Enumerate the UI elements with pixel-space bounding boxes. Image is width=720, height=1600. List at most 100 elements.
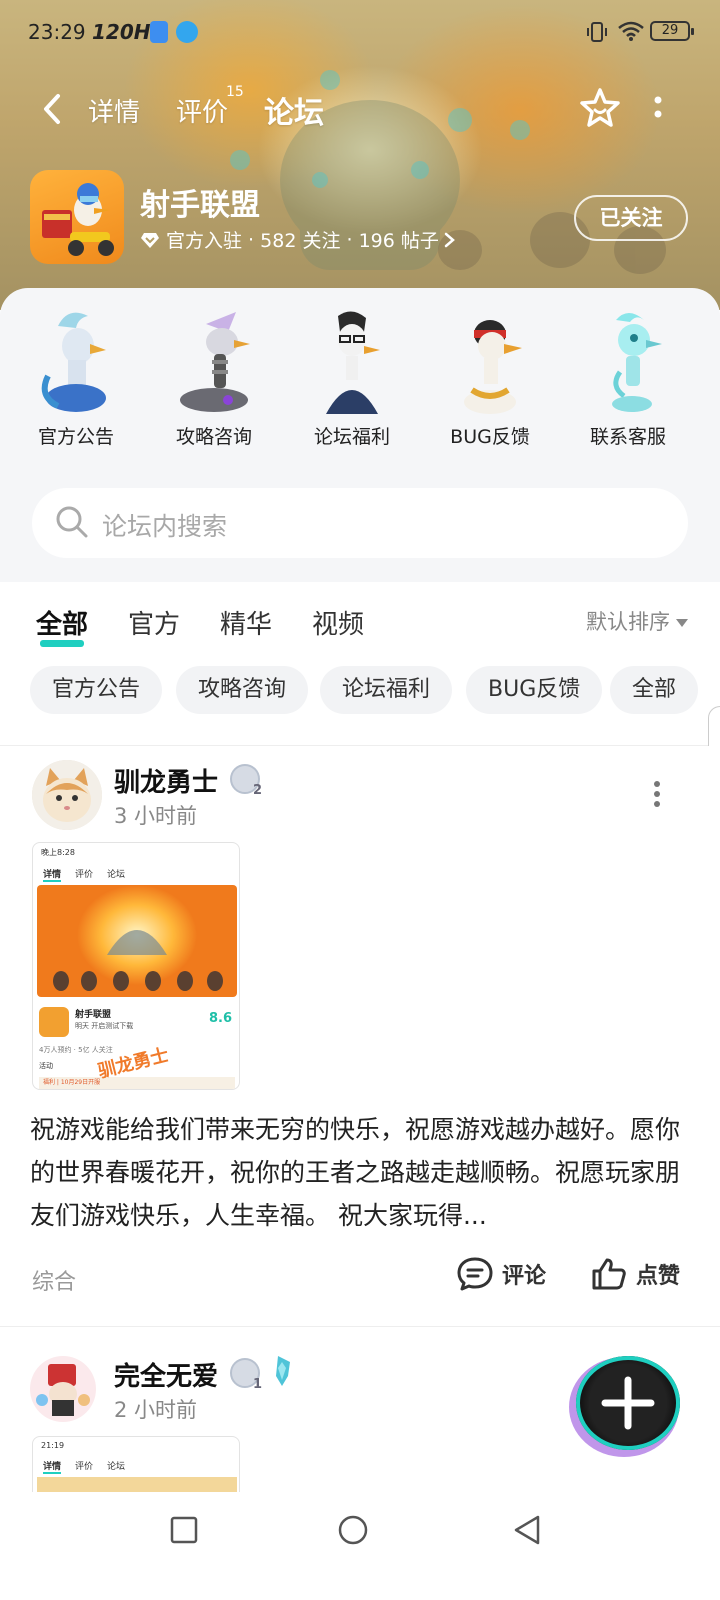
filter-tab-all[interactable]: 全部 [36, 604, 88, 647]
chip-official-announcement[interactable]: 官方公告 [30, 666, 163, 714]
post-category[interactable]: 综合 [32, 1264, 76, 1296]
vibrate-icon [587, 22, 607, 42]
more-options-icon[interactable] [652, 92, 664, 126]
thumb-tab: 详情 [43, 1459, 62, 1474]
back-triangle-icon[interactable] [512, 1514, 542, 1546]
thumb-tabs: 详情 评价 论坛 [43, 867, 125, 882]
thumb-tab: 论坛 [107, 1462, 126, 1472]
tab-forum[interactable]: 论坛 [264, 88, 324, 132]
filter-tab-official[interactable]: 官方 [128, 604, 180, 641]
posts-count: 196 帖子 [358, 230, 439, 252]
post-divider [0, 1326, 720, 1327]
avatar[interactable] [28, 1354, 98, 1424]
category-chips: 官方公告 攻略咨询 论坛福利 BUG反馈 全部 [0, 652, 720, 746]
chip-bug-report[interactable]: BUG反馈 [466, 666, 603, 714]
category-label: 攻略咨询 [175, 426, 252, 448]
post-content[interactable]: 祝游戏能给我们带来无穷的快乐，祝愿游戏越办越好。愿你的世界春暖花开，祝你的王者之… [30, 1108, 694, 1240]
post-card[interactable]: 驯龙勇士 2 3 小时前 晚上8:28 详情 评价 论坛 射手联盟 明天 开启测… [0, 746, 720, 1326]
followers-count: 582 关注 [260, 230, 341, 252]
thumb-banner-art [37, 885, 237, 997]
comment-icon [457, 1257, 493, 1291]
chip-all[interactable]: 全部 [610, 666, 699, 714]
system-navigation-bar [0, 1492, 720, 1600]
search-placeholder: 论坛内搜索 [102, 512, 228, 541]
chip-strategy[interactable]: 攻略咨询 [176, 666, 309, 714]
bandana-goose-icon [442, 306, 538, 414]
thumb-tabs: 详情 评价 论坛 [43, 1459, 125, 1474]
category-strategy[interactable]: 攻略咨询 [154, 306, 274, 449]
new-post-button[interactable] [576, 1356, 680, 1450]
app-title: 射手联盟 [140, 188, 260, 223]
forum-header: 23:29 120Hz 29 详情 评价 15 论坛 射手联盟 官方入驻 · 5… [0, 0, 720, 310]
wifi-icon [618, 21, 644, 41]
battery-indicator: 29 [650, 21, 694, 41]
post-author[interactable]: 完全无爱 [114, 1356, 218, 1393]
forum-category-panel: 官方公告 攻略咨询 论坛福利 BUG反馈 联系客服 论坛内搜索 [0, 288, 720, 582]
forum-search-input[interactable]: 论坛内搜索 [32, 488, 688, 558]
chevron-right-icon [444, 232, 455, 247]
diamond-icon [141, 232, 159, 248]
post-time: 2 小时前 [114, 1398, 198, 1422]
crystal-badge-icon [276, 1356, 290, 1386]
thumb-stats: 4万人预约 · 5亿 人关注 [39, 1046, 113, 1054]
follow-button[interactable]: 已关注 [574, 195, 688, 241]
comment-button[interactable]: 评论 [456, 1256, 546, 1292]
thumb-tab: 评价 [75, 870, 94, 880]
status-time: 23:29 [28, 20, 86, 44]
comment-label: 评论 [502, 1264, 547, 1289]
app-notification-icon [176, 21, 198, 43]
status-bar: 23:29 120Hz 29 [0, 0, 720, 62]
thumb-time: 晚上8:28 [41, 848, 75, 857]
thumb-tab: 评价 [75, 1462, 94, 1472]
category-label: BUG反馈 [450, 426, 530, 448]
reviews-count-badge: 15 [226, 84, 244, 100]
tab-details[interactable]: 详情 [88, 92, 140, 129]
robot-goose-icon [166, 306, 262, 414]
official-label: 官方入驻 [166, 230, 243, 252]
category-official-announcement[interactable]: 官方公告 [16, 306, 136, 449]
post-image[interactable]: 21:19 详情 评价 论坛 [32, 1436, 240, 1492]
filter-tab-video[interactable]: 视频 [312, 604, 364, 641]
recent-apps-icon[interactable] [170, 1516, 198, 1544]
delivery-goose-icon [42, 183, 114, 256]
back-arrow-icon[interactable] [38, 92, 68, 126]
category-bug-report[interactable]: BUG反馈 [430, 306, 550, 449]
plus-icon [601, 1376, 655, 1430]
post-time: 3 小时前 [114, 804, 198, 828]
like-button[interactable]: 点赞 [590, 1256, 680, 1292]
top-nav: 详情 评价 15 论坛 [0, 78, 720, 138]
category-forum-benefits[interactable]: 论坛福利 [292, 306, 412, 449]
level-badge-icon: 2 [230, 764, 262, 798]
category-customer-service[interactable]: 联系客服 [568, 306, 688, 449]
category-label: 论坛福利 [313, 426, 390, 448]
meta-separator: · [242, 228, 261, 251]
app-meta[interactable]: 官方入驻 · 582 关注 · 196 帖子 [140, 226, 457, 253]
thumb-score: 8.6 [209, 1011, 233, 1026]
sort-label: 默认排序 [586, 610, 670, 634]
tab-reviews[interactable]: 评价 [176, 92, 228, 129]
search-icon [56, 506, 88, 538]
thumb-subtitle: 明天 开启测试下载 [75, 1022, 134, 1030]
level-badge-icon: 1 [230, 1358, 262, 1392]
blue-goose-icon [28, 306, 124, 414]
avatar[interactable] [32, 760, 102, 830]
post-more-icon[interactable] [652, 780, 662, 808]
thumb-tab: 详情 [43, 867, 62, 882]
post-author[interactable]: 驯龙勇士 [114, 762, 218, 799]
sort-dropdown[interactable]: 默认排序 [586, 606, 688, 636]
caret-down-icon [676, 619, 688, 627]
download-notification-icon [150, 21, 168, 43]
chip-forum-benefits[interactable]: 论坛福利 [320, 666, 453, 714]
thumb-time: 21:19 [41, 1441, 65, 1450]
filter-tab-featured[interactable]: 精华 [220, 604, 272, 641]
thumb-app-name: 射手联盟 [75, 1010, 112, 1020]
like-label: 点赞 [636, 1264, 681, 1289]
post-image[interactable]: 晚上8:28 详情 评价 论坛 射手联盟 明天 开启测试下载 8.6 4万人预约… [32, 842, 240, 1090]
category-label: 官方公告 [37, 426, 114, 448]
favorite-star-icon[interactable] [578, 86, 622, 130]
app-icon [30, 170, 124, 264]
level-number: 1 [252, 1377, 262, 1392]
thumb-app-icon [39, 1007, 69, 1037]
home-icon[interactable] [337, 1514, 369, 1546]
level-number: 2 [252, 783, 262, 798]
